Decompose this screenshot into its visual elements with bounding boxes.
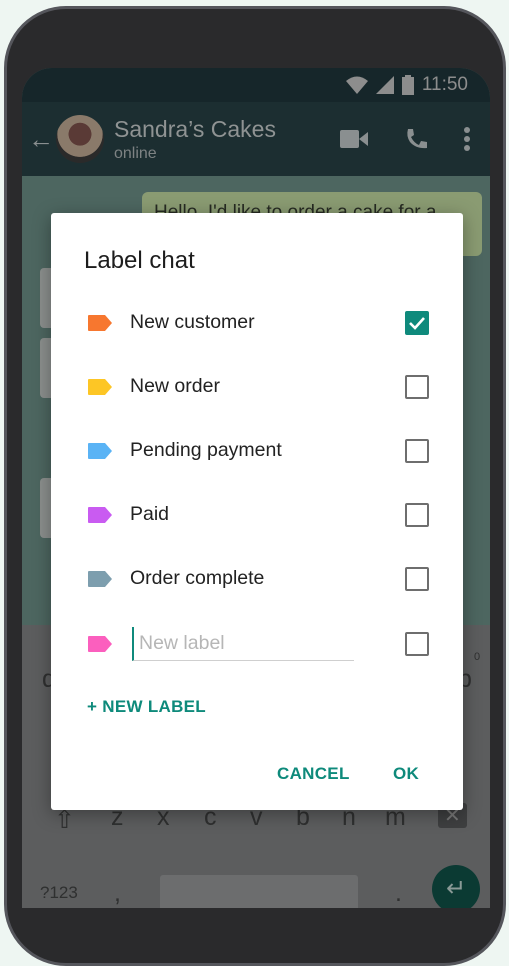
ok-button[interactable]: OK: [393, 764, 419, 784]
label-name: Pending payment: [130, 439, 282, 461]
label-tag-icon: [88, 379, 112, 395]
label-row[interactable]: Order complete: [51, 554, 463, 604]
new-label-row: [51, 619, 463, 669]
clock: 11:50: [421, 74, 468, 95]
label-tag-icon: [88, 571, 112, 587]
phone-call-icon[interactable]: [404, 127, 428, 151]
label-row[interactable]: Pending payment: [51, 426, 463, 476]
wifi-icon: [345, 76, 368, 94]
key-hint: 0: [474, 651, 481, 663]
video-call-icon[interactable]: [340, 130, 368, 148]
chat-header: ← Sandra’s Cakes online: [22, 102, 490, 176]
status-bar: 11:50: [22, 68, 490, 102]
label-tag-icon: [88, 443, 112, 459]
period-key[interactable]: .: [395, 879, 402, 908]
label-name: New order: [130, 375, 220, 397]
chat-status: online: [114, 144, 157, 162]
label-name: Order complete: [130, 567, 265, 589]
label-name: Paid: [130, 503, 170, 525]
symbols-key[interactable]: ?123: [40, 883, 78, 903]
label-tag-icon: [88, 636, 112, 652]
label-row[interactable]: New order: [51, 362, 463, 412]
new-label-checkbox[interactable]: [405, 632, 429, 656]
back-arrow-icon[interactable]: ←: [28, 124, 56, 155]
new-label-input[interactable]: [132, 627, 354, 661]
new-label-button[interactable]: + NEW LABEL: [87, 697, 206, 717]
chat-title[interactable]: Sandra’s Cakes: [114, 116, 340, 143]
dialog-title: Label chat: [84, 247, 195, 274]
label-row[interactable]: New customer: [51, 298, 463, 348]
label-tag-icon: [88, 507, 112, 523]
label-chat-dialog: Label chat New customer New order Pendin…: [51, 213, 463, 810]
label-checkbox[interactable]: [405, 567, 429, 591]
comma-key[interactable]: ,: [114, 879, 121, 908]
check-icon: [409, 317, 425, 330]
label-tag-icon: [88, 315, 112, 331]
spacebar[interactable]: [160, 875, 358, 908]
avatar[interactable]: [56, 115, 104, 163]
more-options-icon[interactable]: [464, 127, 470, 151]
label-checkbox[interactable]: [405, 439, 429, 463]
cancel-button[interactable]: CANCEL: [277, 764, 350, 784]
label-checkbox[interactable]: [405, 503, 429, 527]
signal-icon: [375, 76, 394, 94]
label-checkbox[interactable]: [405, 311, 429, 335]
label-row[interactable]: Paid: [51, 490, 463, 540]
label-checkbox[interactable]: [405, 375, 429, 399]
battery-icon: [401, 75, 414, 95]
label-name: New customer: [130, 311, 255, 333]
enter-icon[interactable]: ↵: [432, 865, 480, 908]
